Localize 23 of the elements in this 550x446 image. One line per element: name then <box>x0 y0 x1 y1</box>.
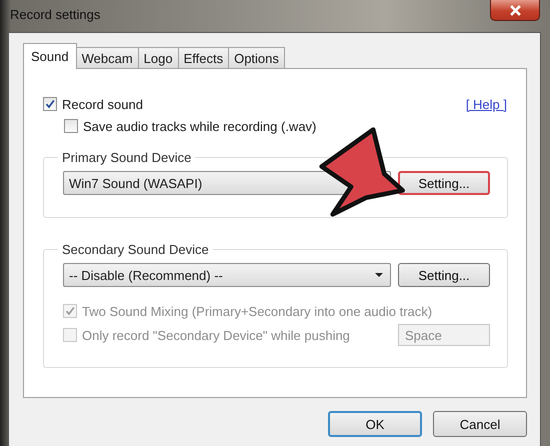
group-title: Secondary Sound Device <box>61 242 210 257</box>
checkbox[interactable] <box>64 119 78 133</box>
close-button[interactable] <box>490 0 540 21</box>
tab[interactable]: Logo <box>138 47 179 68</box>
checkbox[interactable] <box>43 97 57 111</box>
checkbox-label: Save audio tracks while recording (.wav) <box>83 118 316 134</box>
checkbox-label: Two Sound Mixing (Primary+Secondary into one audio track) <box>82 304 432 318</box>
dropdown[interactable]: -- Disable (Recommend) -- <box>63 263 391 287</box>
window-title: Record settings <box>9 6 100 22</box>
checkbox-label: Only record "Secondary Device" while pushing <box>82 328 350 342</box>
checkbox-label: Record sound <box>62 96 143 112</box>
help-link[interactable]: [ Help ] <box>466 96 507 112</box>
caret-icon <box>375 273 383 277</box>
close-icon <box>510 4 520 16</box>
dialog-button[interactable]: OK <box>328 411 422 437</box>
setting-button[interactable]: Setting... <box>398 171 490 195</box>
dialog-button[interactable]: Cancel <box>433 411 527 437</box>
group-title: Primary Sound Device <box>61 150 192 165</box>
tab[interactable]: Options <box>228 47 285 68</box>
tab[interactable]: Webcam <box>76 47 139 68</box>
tab[interactable]: Sound <box>23 43 77 69</box>
tab[interactable]: Effects <box>178 47 230 68</box>
setting-button[interactable]: Setting... <box>398 263 490 287</box>
